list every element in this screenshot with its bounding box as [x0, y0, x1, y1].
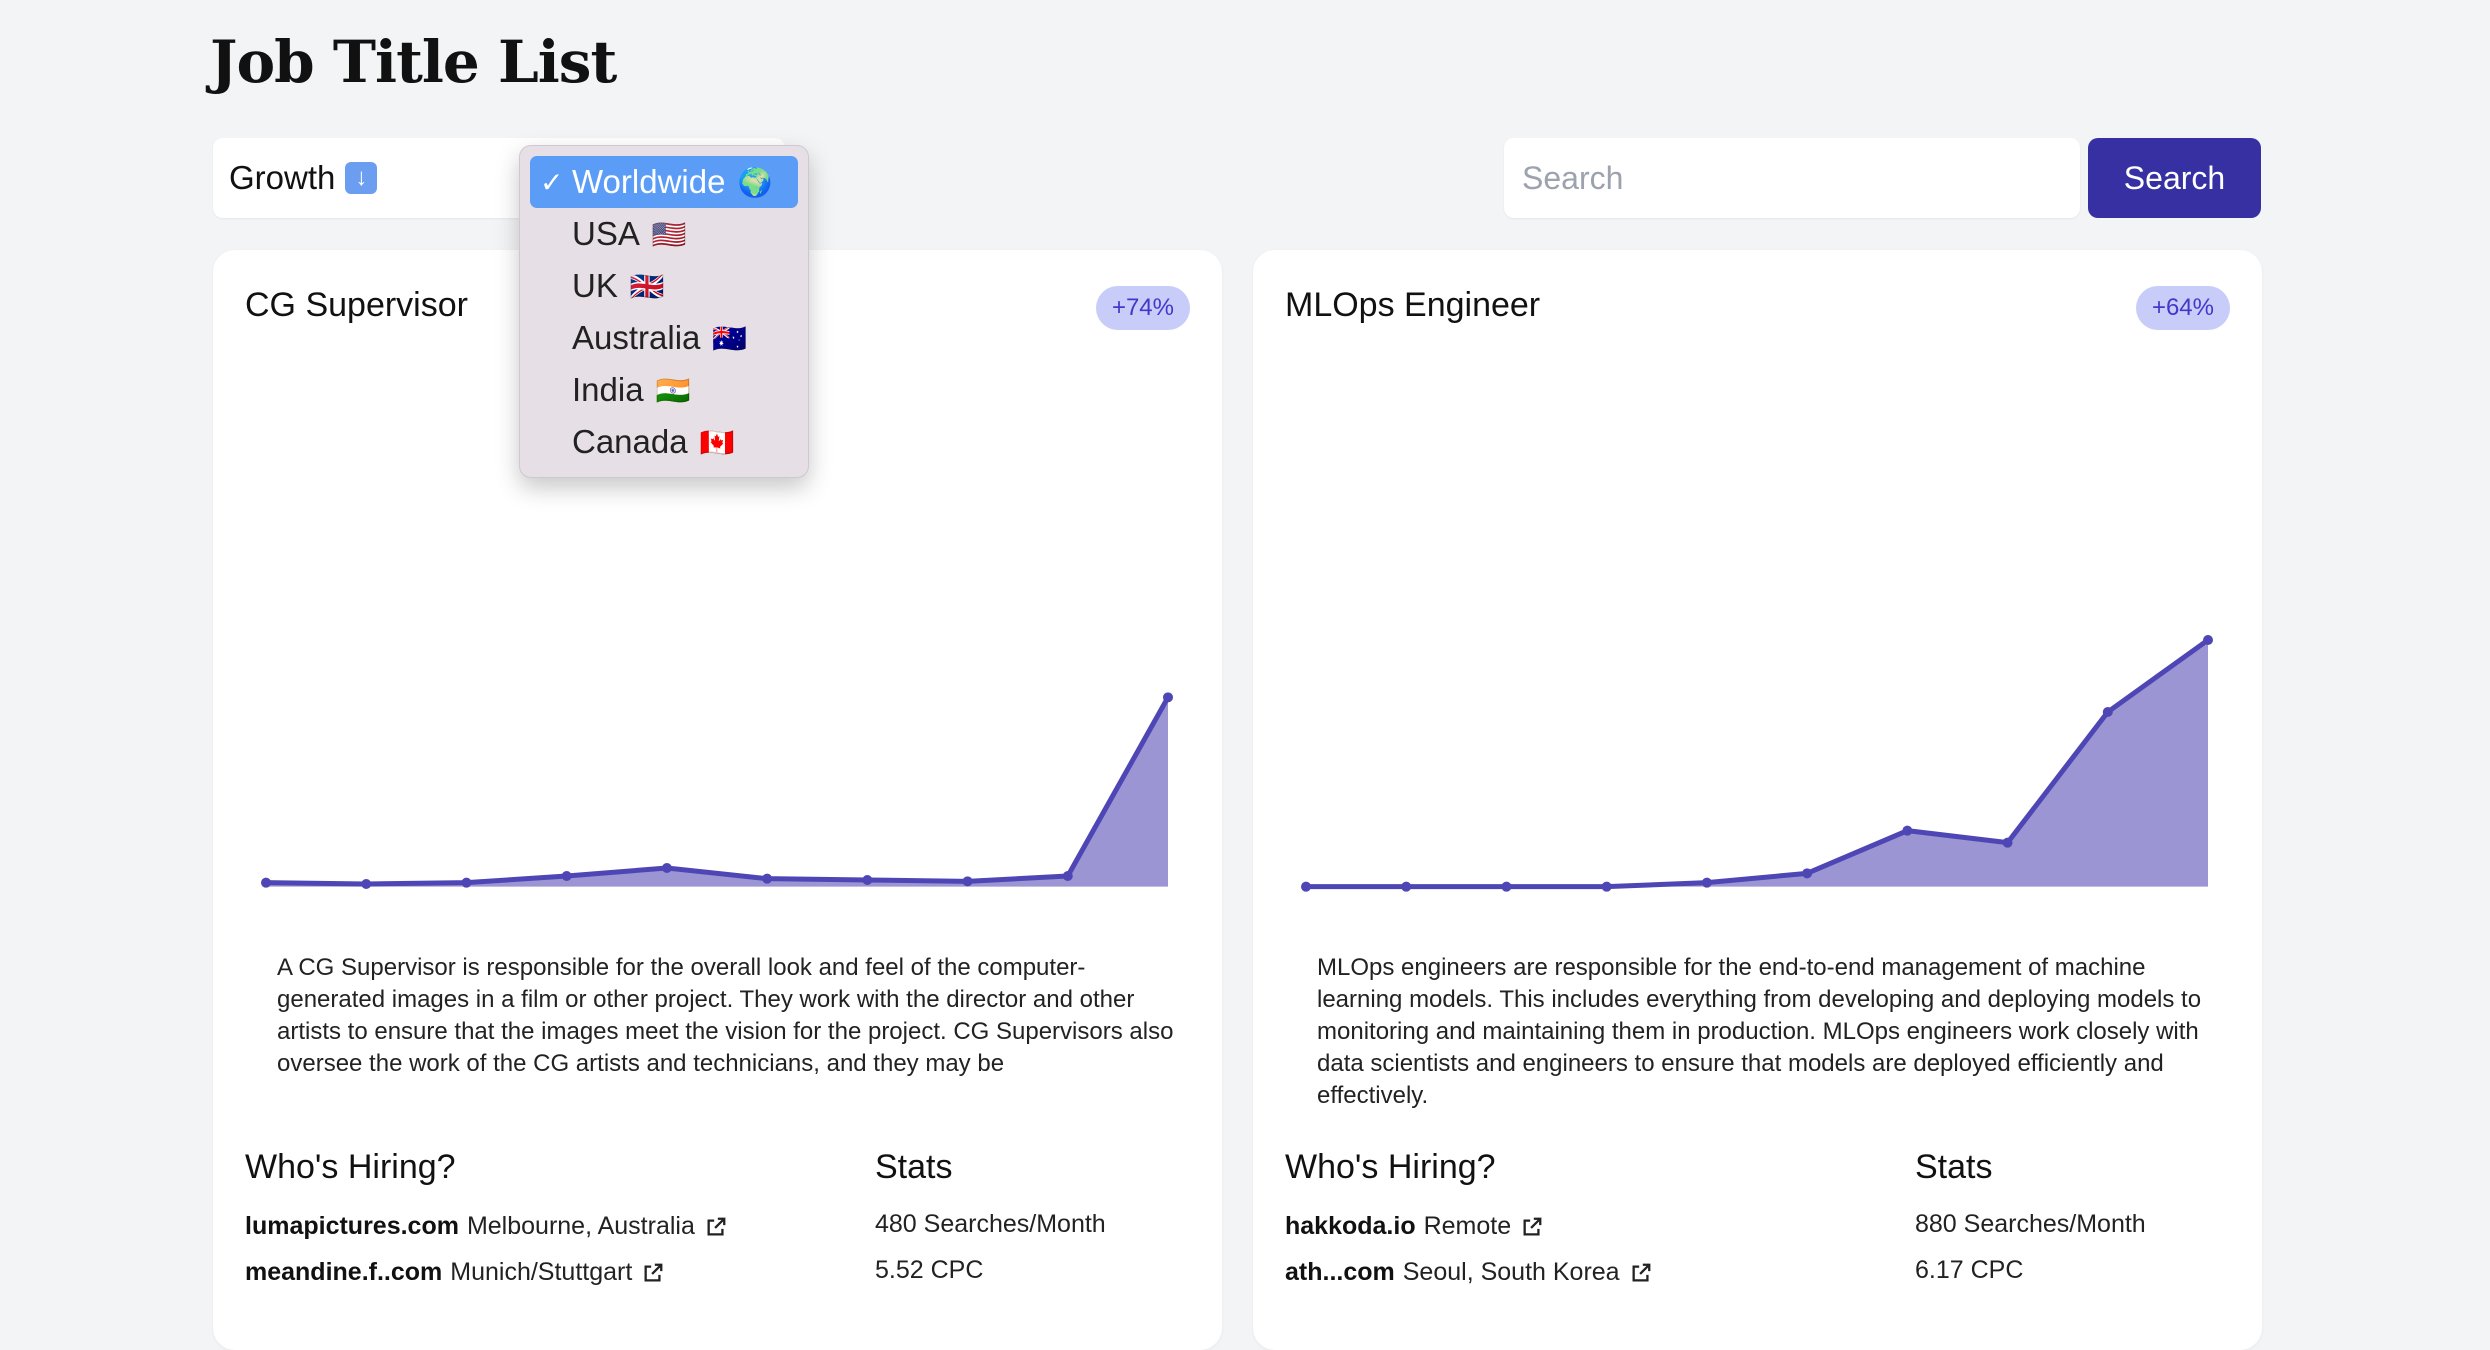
job-description: A CG Supervisor is responsible for the o…: [277, 954, 1174, 1077]
country-option-australia[interactable]: Australia 🇦🇺: [530, 312, 798, 364]
country-option-canada[interactable]: Canada 🇨🇦: [530, 416, 798, 468]
company-name: ath...com: [1285, 1258, 1395, 1286]
stat-searches: 480 Searches/Month: [875, 1210, 1106, 1238]
stats-heading: Stats: [1915, 1148, 1993, 1186]
company-link[interactable]: meandine.f..com Munich/Stuttgart: [245, 1258, 664, 1287]
down-arrow-icon: ↓: [345, 162, 378, 194]
growth-chart: [1301, 635, 2213, 892]
chart-point: [361, 879, 372, 889]
company-name: hakkoda.io: [1285, 1212, 1416, 1240]
company-link[interactable]: lumapictures.com Melbourne, Australia: [245, 1212, 727, 1241]
checkmark-icon: ✓: [540, 166, 564, 198]
company-location: Munich/Stuttgart: [450, 1258, 633, 1286]
stat-cpc: 6.17 CPC: [1915, 1256, 2024, 1284]
india-flag-icon: 🇮🇳: [655, 374, 691, 406]
chart-line: [265, 696, 1171, 887]
search-input[interactable]: [1504, 138, 2080, 218]
chart-point: [661, 863, 672, 873]
company-location: Melbourne, Australia: [466, 1212, 695, 1240]
company-link[interactable]: hakkoda.io Remote: [1285, 1212, 1543, 1241]
usa-flag-icon: 🇺🇸: [651, 218, 687, 250]
chart-area: [266, 697, 1168, 887]
company-name: lumapictures.com: [245, 1212, 459, 1240]
chart-point: [1163, 692, 1173, 703]
stat-searches: 880 Searches/Month: [1915, 1210, 2146, 1238]
job-card-mlops-engineer[interactable]: MLOps Engineer +64% MLOps engineers are …: [1253, 250, 2262, 1350]
external-link-icon: [707, 1217, 726, 1235]
external-link-icon: [1523, 1217, 1542, 1235]
chart-point: [762, 873, 773, 884]
chart-point: [862, 875, 873, 885]
chart-area: [1306, 640, 2208, 887]
external-link-icon: [644, 1263, 663, 1281]
chart-point: [1601, 881, 1612, 892]
country-option-uk[interactable]: UK 🇬🇧: [530, 260, 798, 312]
job-description: MLOps engineers are responsible for the …: [1317, 954, 2202, 1109]
company-link[interactable]: ath...com Seoul, South Korea: [1285, 1258, 1652, 1287]
company-location: Remote: [1423, 1212, 1512, 1240]
australia-flag-icon: 🇦🇺: [712, 322, 748, 354]
chart-point: [2002, 837, 2013, 848]
chart-point: [1701, 877, 1712, 888]
chart-point: [1401, 881, 1412, 892]
whos-hiring-heading: Who's Hiring?: [1285, 1148, 1496, 1186]
chart-point: [1902, 825, 1913, 836]
search-button[interactable]: Search: [2088, 138, 2261, 218]
canada-flag-icon: 🇨🇦: [699, 426, 735, 458]
chart-point: [1062, 871, 1073, 881]
page-title: Job Title List: [210, 28, 617, 96]
company-location: Seoul, South Korea: [1402, 1258, 1620, 1286]
uk-flag-icon: 🇬🇧: [629, 270, 665, 302]
external-link-icon: [1632, 1263, 1650, 1281]
chart-point: [261, 877, 271, 888]
company-name: meandine.f..com: [245, 1258, 443, 1286]
stat-cpc: 5.52 CPC: [875, 1256, 984, 1284]
country-option-india[interactable]: India 🇮🇳: [530, 364, 798, 416]
chart-point: [1501, 881, 1512, 892]
chart-point: [461, 877, 472, 888]
sort-select-label: Growth: [229, 159, 336, 196]
country-dropdown[interactable]: ✓ Worldwide 🌍 USA 🇺🇸 UK 🇬🇧 Australia 🇦🇺 …: [519, 145, 809, 478]
stats-heading: Stats: [875, 1148, 953, 1186]
chart-point: [962, 876, 973, 887]
country-option-usa[interactable]: USA 🇺🇸: [530, 208, 798, 260]
chart-point: [2203, 635, 2213, 645]
chart-point: [561, 871, 572, 881]
globe-icon: 🌍: [737, 166, 773, 198]
chart-point: [1301, 881, 1311, 892]
whos-hiring-heading: Who's Hiring?: [245, 1148, 456, 1186]
chart-point: [1802, 868, 1813, 879]
country-option-worldwide[interactable]: ✓ Worldwide 🌍: [530, 156, 798, 208]
chart-point: [2102, 707, 2113, 717]
